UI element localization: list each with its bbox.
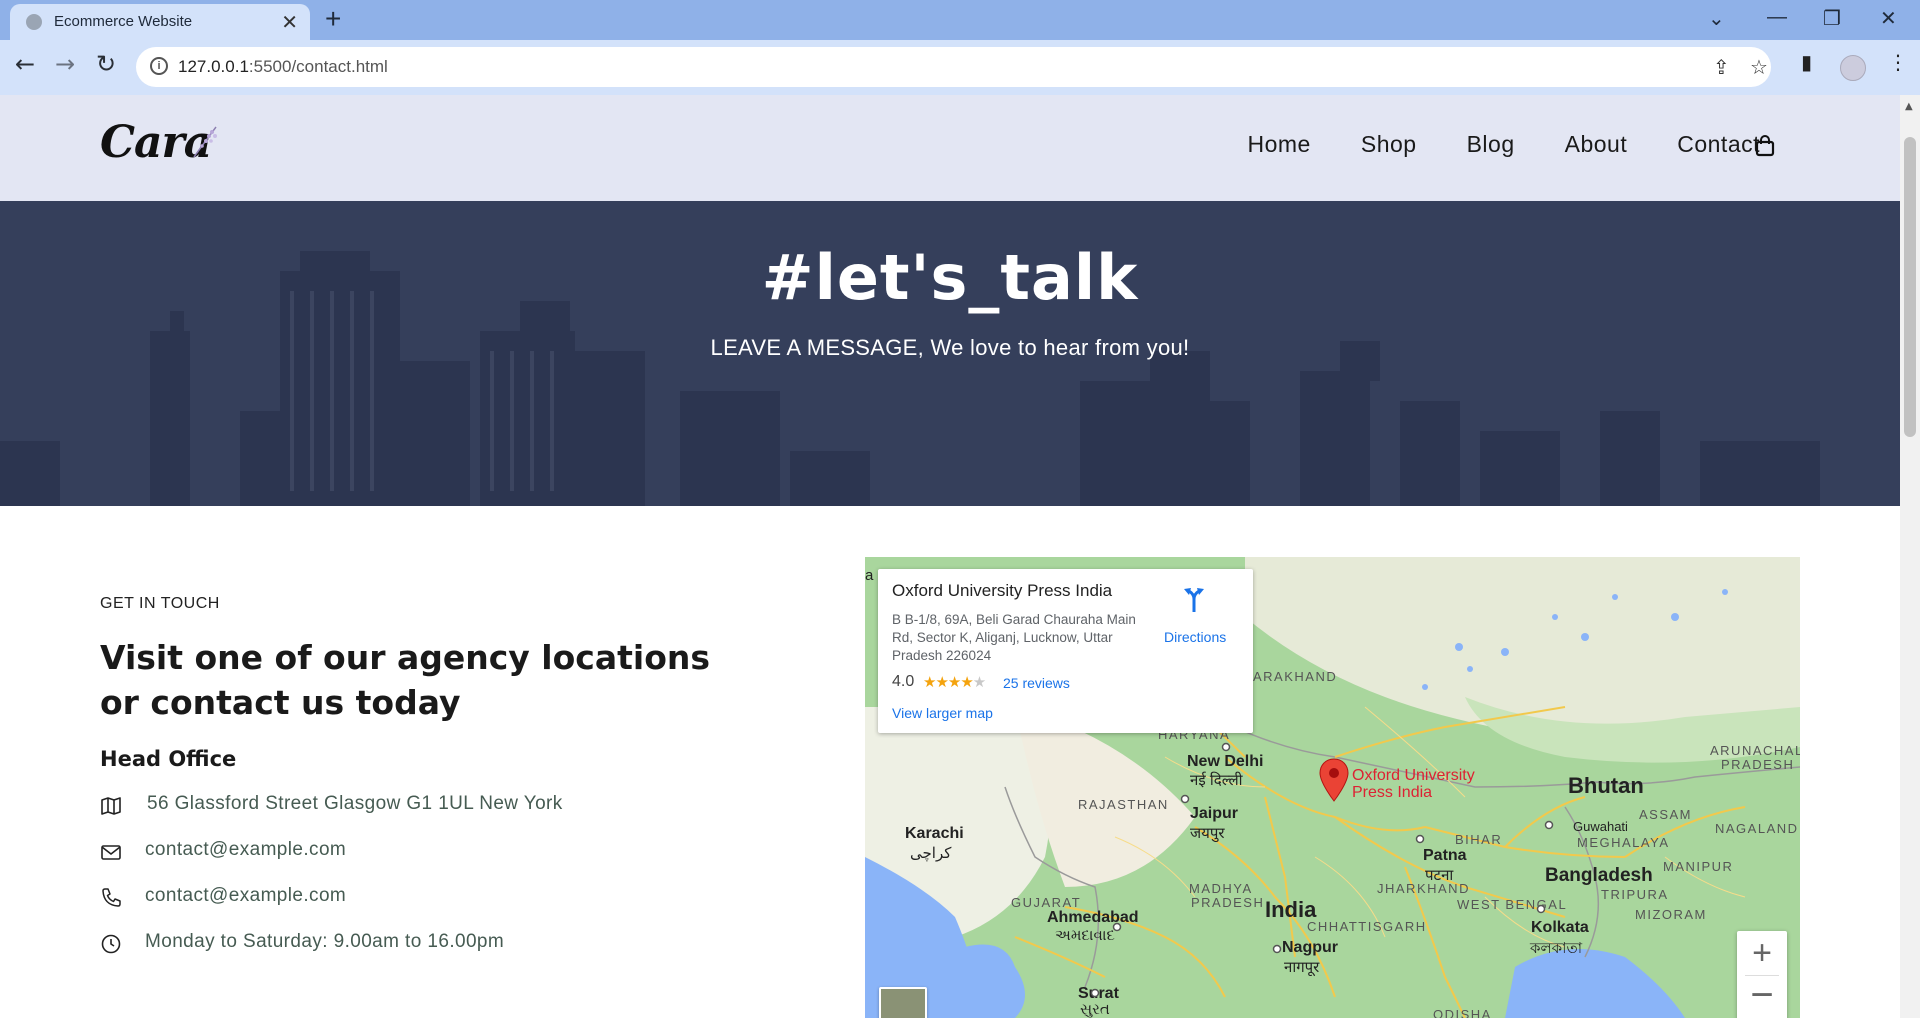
google-map-embed[interactable]: a ARAKHAND HARYANA New Delhi नई दिल्ली R… xyxy=(865,557,1800,1018)
main-nav: Home Shop Blog About Contact xyxy=(1248,131,1761,158)
directions-link[interactable]: Directions xyxy=(1164,629,1226,645)
site-header: Cara Home Shop Blog About Contact xyxy=(0,95,1900,201)
place-address: B B-1/8, 69A, Beli Garad Chauraha Main R… xyxy=(892,612,1136,663)
page-hero-banner: #let's_talk LEAVE A MESSAGE, We love to … xyxy=(0,201,1900,506)
contact-row-phone: contact@example.com xyxy=(100,877,780,923)
nav-contact[interactable]: Contact xyxy=(1677,131,1760,158)
map-pin-label-line1[interactable]: Oxford University xyxy=(1352,767,1475,785)
zoom-out-button[interactable]: − xyxy=(1737,975,1787,1018)
envelope-icon xyxy=(101,845,121,860)
email-text[interactable]: contact@example.com xyxy=(145,839,346,861)
nav-shop[interactable]: Shop xyxy=(1361,131,1417,158)
map-icon xyxy=(101,797,121,815)
browser-tab-strip: Ecommerce Website ✕ + ⌄ — ❐ ✕ xyxy=(0,0,1920,40)
phone-icon xyxy=(102,888,121,907)
head-office-title: Head Office xyxy=(100,747,237,771)
clock-icon xyxy=(101,934,121,954)
web-page: Cara Home Shop Blog About Contact #let's… xyxy=(0,95,1900,1018)
scrollbar-thumb[interactable] xyxy=(1904,137,1916,437)
shopping-bag-icon[interactable] xyxy=(1755,135,1775,157)
tab-title: Ecommerce Website xyxy=(54,13,193,30)
site-info-icon[interactable]: i xyxy=(150,57,168,75)
address-text: 56 Glassford Street Glasgow G1 1UL New Y… xyxy=(147,793,563,814)
hours-text: Monday to Saturday: 9.00am to 16.00pm xyxy=(145,931,505,952)
lavender-sprig-icon xyxy=(193,126,217,158)
maximize-button[interactable]: ❐ xyxy=(1823,6,1841,31)
satellite-toggle-button[interactable] xyxy=(879,987,927,1018)
address-bar[interactable]: i 127.0.0.1:5500/contact.html ⇪ ☆ xyxy=(136,47,1771,87)
reviews-link[interactable]: 25 reviews xyxy=(1003,675,1070,691)
zoom-in-button[interactable]: + xyxy=(1737,931,1787,975)
scroll-up-arrow-icon[interactable]: ▲ xyxy=(1905,101,1913,112)
contact-row-email: contact@example.com xyxy=(100,831,780,877)
globe-icon xyxy=(26,14,42,30)
url-text[interactable]: 127.0.0.1:5500/contact.html xyxy=(178,57,388,77)
section-eyebrow: GET IN TOUCH xyxy=(100,595,220,612)
forward-arrow-icon[interactable]: → xyxy=(55,50,75,78)
nav-about[interactable]: About xyxy=(1565,131,1628,158)
contact-details-section: GET IN TOUCH Visit one of our agency loc… xyxy=(100,595,780,969)
contact-row-address: 56 Glassford Street Glasgow G1 1UL New Y… xyxy=(100,785,780,831)
avatar[interactable] xyxy=(1840,55,1866,81)
nav-home[interactable]: Home xyxy=(1248,131,1311,158)
reload-icon[interactable]: ↻ xyxy=(96,50,116,78)
section-headline: Visit one of our agency locations or con… xyxy=(100,638,711,722)
directions-icon[interactable] xyxy=(1181,585,1207,613)
place-name: Oxford University Press India xyxy=(892,581,1113,600)
page-scrollbar[interactable]: ▲ xyxy=(1900,95,1920,1018)
close-window-button[interactable]: ✕ xyxy=(1880,6,1897,31)
minimize-button[interactable]: — xyxy=(1767,6,1787,29)
bookmark-star-icon[interactable]: ☆ xyxy=(1750,55,1768,79)
tab-search-icon[interactable]: ⌄ xyxy=(1708,6,1725,31)
close-tab-icon[interactable]: ✕ xyxy=(281,10,298,34)
back-arrow-icon[interactable]: ← xyxy=(15,50,35,78)
contact-row-hours: Monday to Saturday: 9.00am to 16.00pm xyxy=(100,923,780,969)
menu-kebab-icon[interactable]: ⋮ xyxy=(1888,50,1908,74)
new-tab-button[interactable]: + xyxy=(325,3,341,35)
place-info-card: Oxford University Press India B B-1/8, 6… xyxy=(878,569,1253,733)
page-subtitle: LEAVE A MESSAGE, We love to hear from yo… xyxy=(710,335,1190,360)
phone-text[interactable]: contact@example.com xyxy=(145,885,346,907)
side-panel-icon[interactable]: ▮ xyxy=(1801,50,1812,74)
map-pin-label-line2[interactable]: Press India xyxy=(1352,784,1432,802)
place-rating: 4.0 xyxy=(892,673,915,690)
nav-blog[interactable]: Blog xyxy=(1467,131,1515,158)
page-title: #let's_talk xyxy=(761,241,1139,314)
browser-toolbar: ← → ↻ i 127.0.0.1:5500/contact.html ⇪ ☆ xyxy=(0,40,1920,95)
map-zoom-control: + − xyxy=(1737,931,1787,1018)
browser-tab[interactable]: Ecommerce Website ✕ xyxy=(10,4,310,40)
location-pin-icon[interactable] xyxy=(1317,757,1351,803)
rating-stars-icon: ★★★★★ xyxy=(923,673,986,691)
view-larger-map-link[interactable]: View larger map xyxy=(892,705,993,721)
share-icon[interactable]: ⇪ xyxy=(1713,55,1730,79)
